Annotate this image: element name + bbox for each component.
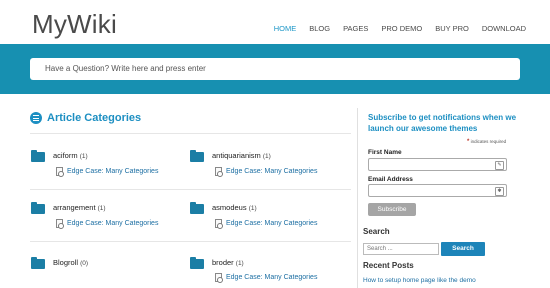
document-icon — [215, 167, 223, 177]
subscribe-title: Subscribe to get notifications when we l… — [368, 113, 517, 133]
category-blogroll[interactable]: Blogroll (0) — [53, 258, 88, 267]
row-divider — [30, 189, 351, 190]
category-count: (1) — [262, 153, 271, 160]
section-title: Article Categories — [47, 112, 142, 124]
folder-icon — [190, 202, 204, 214]
sidebar-search-button[interactable]: Search — [441, 242, 485, 256]
required-asterisk: * — [467, 139, 470, 145]
question-search-input[interactable]: Have a Question? Write here and press en… — [30, 58, 520, 80]
nav-blog[interactable]: BLOG — [309, 24, 330, 33]
autofill-icon[interactable]: ✱ — [495, 187, 504, 196]
category-count: (1) — [248, 205, 257, 212]
article-link[interactable]: Edge Case: Many Categories — [226, 220, 317, 227]
site-logo[interactable]: MyWiki — [32, 9, 117, 40]
article-categories-heading: Article Categories — [30, 112, 141, 124]
category-antiquarianism[interactable]: antiquarianism (1) — [212, 151, 271, 160]
subscribe-button[interactable]: Subscribe — [368, 203, 416, 216]
category-count: (1) — [97, 205, 106, 212]
first-name-field[interactable]: ✎ — [368, 158, 507, 171]
search-heading: Search — [363, 227, 390, 236]
category-name[interactable]: asmodeus — [212, 203, 247, 212]
nav-buy-pro[interactable]: BUY PRO — [435, 24, 469, 33]
category-name[interactable]: Blogroll — [53, 258, 78, 267]
folder-icon — [31, 257, 45, 269]
category-count: (1) — [79, 153, 88, 160]
category-name[interactable]: antiquarianism — [212, 151, 261, 160]
nav-download[interactable]: DOWNLOAD — [482, 24, 526, 33]
sidebar-divider — [357, 108, 358, 288]
document-icon — [215, 273, 223, 283]
site-header: MyWiki HOME BLOG PAGES PRO DEMO BUY PRO … — [0, 0, 550, 44]
category-count: (0) — [80, 260, 89, 267]
article-link[interactable]: Edge Case: Many Categories — [67, 220, 158, 227]
article-link[interactable]: Edge Case: Many Categories — [226, 168, 317, 175]
email-label: Email Address — [368, 176, 413, 183]
category-name[interactable]: arrangement — [53, 203, 96, 212]
category-broder[interactable]: broder (1) — [212, 258, 244, 267]
autofill-icon[interactable]: ✎ — [495, 161, 504, 170]
sidebar-search-input[interactable]: Search ... — [363, 243, 439, 255]
category-name[interactable]: aciform — [53, 151, 78, 160]
folder-icon — [31, 150, 45, 162]
nav-pro-demo[interactable]: PRO DEMO — [381, 24, 422, 33]
category-count: (1) — [235, 260, 244, 267]
folder-icon — [31, 202, 45, 214]
main-nav: HOME BLOG PAGES PRO DEMO BUY PRO DOWNLOA… — [261, 24, 526, 33]
recent-post-link[interactable]: How to setup home page like the demo — [363, 277, 476, 284]
required-text: indicates required — [470, 139, 507, 144]
article-link[interactable]: Edge Case: Many Categories — [226, 274, 317, 281]
required-note: * indicates required — [467, 139, 506, 145]
document-icon — [56, 167, 64, 177]
category-asmodeus[interactable]: asmodeus (1) — [212, 203, 257, 212]
nav-home[interactable]: HOME — [274, 24, 297, 33]
folder-icon — [190, 257, 204, 269]
section-divider — [30, 133, 351, 134]
category-name[interactable]: broder — [212, 258, 234, 267]
category-arrangement[interactable]: arrangement (1) — [53, 203, 106, 212]
article-link[interactable]: Edge Case: Many Categories — [67, 168, 158, 175]
category-aciform[interactable]: aciform (1) — [53, 151, 88, 160]
first-name-label: First Name — [368, 149, 402, 156]
nav-pages[interactable]: PAGES — [343, 24, 368, 33]
document-icon — [56, 219, 64, 229]
folder-icon — [190, 150, 204, 162]
list-icon — [30, 112, 42, 124]
email-field[interactable]: ✱ — [368, 184, 507, 197]
recent-posts-heading: Recent Posts — [363, 261, 414, 270]
row-divider — [30, 241, 351, 242]
document-icon — [215, 219, 223, 229]
